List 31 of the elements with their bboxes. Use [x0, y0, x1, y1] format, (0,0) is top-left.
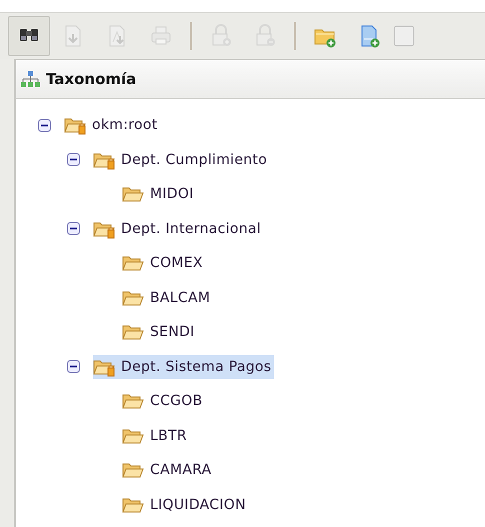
- hierarchy-icon: [20, 71, 40, 87]
- tree-label: CCGOB: [150, 393, 203, 410]
- panel-title: Taxonomía: [46, 70, 136, 88]
- tree-item[interactable]: SENDI: [122, 320, 198, 344]
- tree-item[interactable]: Dept. Internacional: [93, 216, 264, 241]
- tree-item[interactable]: MIDOI: [122, 182, 197, 206]
- tree-label: LBTR: [150, 428, 187, 444]
- collapse-toggle[interactable]: [67, 360, 80, 374]
- tree-label: BALCAM: [150, 290, 210, 306]
- tree-item[interactable]: LIQUIDACION: [122, 492, 249, 517]
- tree-label: COMEX: [150, 255, 203, 272]
- tree-item[interactable]: Dept. Cumplimiento: [93, 148, 270, 172]
- tree-item[interactable]: CCGOB: [122, 389, 206, 414]
- tree-item[interactable]: okm:root: [64, 113, 160, 138]
- tree-label: MIDOI: [150, 186, 194, 202]
- tree-label: Dept. Sistema Pagos: [121, 358, 272, 375]
- tree-label: Dept. Cumplimiento: [121, 152, 268, 168]
- tree-item[interactable]: CAMARA: [122, 458, 215, 482]
- tree-item[interactable]: Dept. Sistema Pagos: [93, 354, 274, 379]
- search-button[interactable]: [8, 16, 50, 56]
- tree-label: SENDI: [150, 324, 195, 340]
- tree-item[interactable]: BALCAM: [122, 286, 214, 310]
- tree-item[interactable]: LBTR: [122, 424, 190, 448]
- tree-label: okm:root: [92, 117, 158, 134]
- tree-label: LIQUIDACION: [150, 496, 246, 513]
- tree-label: CAMARA: [150, 462, 212, 478]
- collapse-toggle[interactable]: [38, 118, 51, 132]
- tree-label: Dept. Internacional: [121, 220, 261, 237]
- tree-item[interactable]: COMEX: [122, 251, 206, 276]
- collapse-toggle[interactable]: [67, 222, 80, 236]
- collapse-toggle[interactable]: [67, 153, 80, 166]
